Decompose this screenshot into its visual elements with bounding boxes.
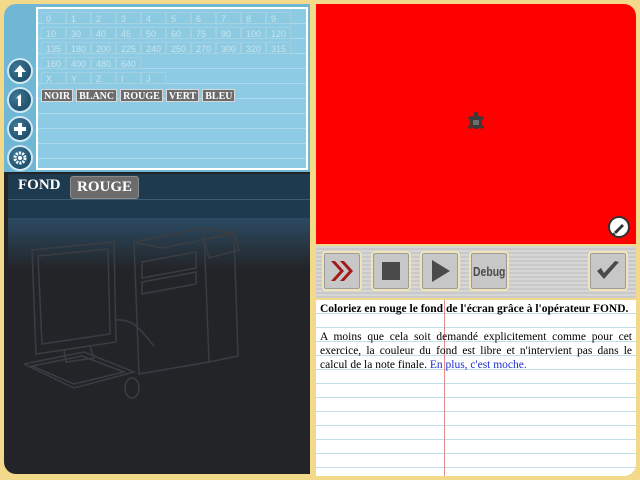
- fast-forward-button[interactable]: [322, 251, 362, 291]
- pen-icon[interactable]: [608, 216, 630, 238]
- double-chevron-icon: [331, 261, 353, 281]
- palette-value[interactable]: 640: [116, 57, 141, 69]
- code-line: FOND ROUGE: [8, 174, 310, 200]
- instructions-link[interactable]: En plus, c'est moche.: [430, 359, 527, 371]
- color-chip-bleu[interactable]: BLEU: [202, 89, 236, 102]
- plus-icon[interactable]: [7, 116, 33, 142]
- palette-panel: 0123456789 10 30 40 45 50 60 75 90 100 120 135 180…: [4, 4, 310, 172]
- palette-value[interactable]: 320: [241, 42, 266, 54]
- palette-value[interactable]: 180: [66, 42, 91, 54]
- palette-value[interactable]: 30: [66, 27, 91, 39]
- color-row: NOIR BLANC ROUGE VERT BLEU: [41, 89, 236, 102]
- palette-value[interactable]: 90: [216, 27, 241, 39]
- palette-value[interactable]: 10: [41, 27, 66, 39]
- palette-value[interactable]: 8: [241, 12, 266, 24]
- palette-value[interactable]: 135: [41, 42, 66, 54]
- palette-value[interactable]: 60: [166, 27, 191, 39]
- palette-value[interactable]: 240: [141, 42, 166, 54]
- stop-icon: [382, 262, 400, 280]
- palette-value[interactable]: 200: [91, 42, 116, 54]
- number-row-4: 160 400 480 640: [41, 57, 141, 69]
- drawing-canvas: [316, 4, 636, 244]
- number-row-2: 10 30 40 45 50 60 75 90 100 120: [41, 27, 291, 39]
- color-chip-blanc[interactable]: BLANC: [76, 89, 118, 102]
- value-palette: 0123456789 10 30 40 45 50 60 75 90 100 120 135 180…: [36, 7, 308, 170]
- checkmark-icon: [597, 261, 619, 279]
- arrow-up-icon[interactable]: [7, 58, 33, 84]
- controls-bar: Debug: [316, 246, 636, 298]
- palette-value[interactable]: 225: [116, 42, 141, 54]
- palette-value[interactable]: 250: [166, 42, 191, 54]
- palette-value[interactable]: 270: [191, 42, 216, 54]
- palette-value[interactable]: 1: [66, 12, 91, 24]
- palette-value[interactable]: 0: [41, 12, 66, 24]
- variable-row: XYZIJ: [41, 72, 166, 84]
- debug-button[interactable]: Debug: [469, 251, 509, 291]
- palette-value[interactable]: 9: [266, 12, 291, 24]
- palette-value[interactable]: 480: [91, 57, 116, 69]
- palette-value[interactable]: X: [41, 72, 66, 84]
- palette-value[interactable]: 50: [141, 27, 166, 39]
- palette-value[interactable]: 45: [116, 27, 141, 39]
- palette-value[interactable]: 4: [141, 12, 166, 24]
- number-row-3: 135 180 200 225 240 250 270 300 320 315: [41, 42, 291, 54]
- fond-keyword[interactable]: FOND: [18, 177, 61, 194]
- instructions-text: Coloriez en rouge le fond de l'écran grâ…: [320, 302, 632, 372]
- rouge-argument[interactable]: ROUGE: [70, 176, 140, 199]
- instructions-title: Coloriez en rouge le fond de l'écran grâ…: [320, 303, 629, 315]
- code-editor[interactable]: FOND ROUGE: [4, 172, 310, 474]
- play-button[interactable]: [420, 251, 460, 291]
- palette-value[interactable]: 160: [41, 57, 66, 69]
- palette-value[interactable]: 7: [216, 12, 241, 24]
- palette-value[interactable]: 2: [91, 12, 116, 24]
- palette-value[interactable]: J: [141, 72, 166, 84]
- palette-value[interactable]: 300: [216, 42, 241, 54]
- palette-value[interactable]: 120: [266, 27, 291, 39]
- palette-value[interactable]: I: [116, 72, 141, 84]
- stop-button[interactable]: [371, 251, 411, 291]
- debug-label: Debug: [472, 263, 506, 279]
- palette-value[interactable]: 100: [241, 27, 266, 39]
- side-toolbar: [4, 56, 36, 172]
- palette-value[interactable]: 40: [91, 27, 116, 39]
- palette-value[interactable]: 75: [191, 27, 216, 39]
- palette-value[interactable]: 3: [116, 12, 141, 24]
- code-line-empty: [8, 200, 310, 218]
- palette-value[interactable]: 400: [66, 57, 91, 69]
- color-chip-noir[interactable]: NOIR: [41, 89, 74, 102]
- gear-icon[interactable]: [7, 145, 33, 171]
- computer-illustration-icon: [24, 227, 240, 399]
- play-icon: [432, 260, 450, 282]
- palette-value[interactable]: Y: [66, 72, 91, 84]
- color-chip-rouge[interactable]: ROUGE: [120, 89, 163, 102]
- palette-value[interactable]: 315: [266, 42, 291, 54]
- turtle-icon: [468, 111, 484, 129]
- palette-value[interactable]: 5: [166, 12, 191, 24]
- one-icon[interactable]: [7, 87, 33, 113]
- number-row-1: 0123456789: [41, 12, 291, 24]
- instructions-body: A moins que cela soit demandé explicitem…: [320, 330, 632, 372]
- palette-value[interactable]: 6: [191, 12, 216, 24]
- palette-value[interactable]: Z: [91, 72, 116, 84]
- color-chip-vert[interactable]: VERT: [165, 89, 200, 102]
- validate-button[interactable]: [588, 251, 628, 291]
- instructions-panel: Coloriez en rouge le fond de l'écran grâ…: [316, 300, 636, 476]
